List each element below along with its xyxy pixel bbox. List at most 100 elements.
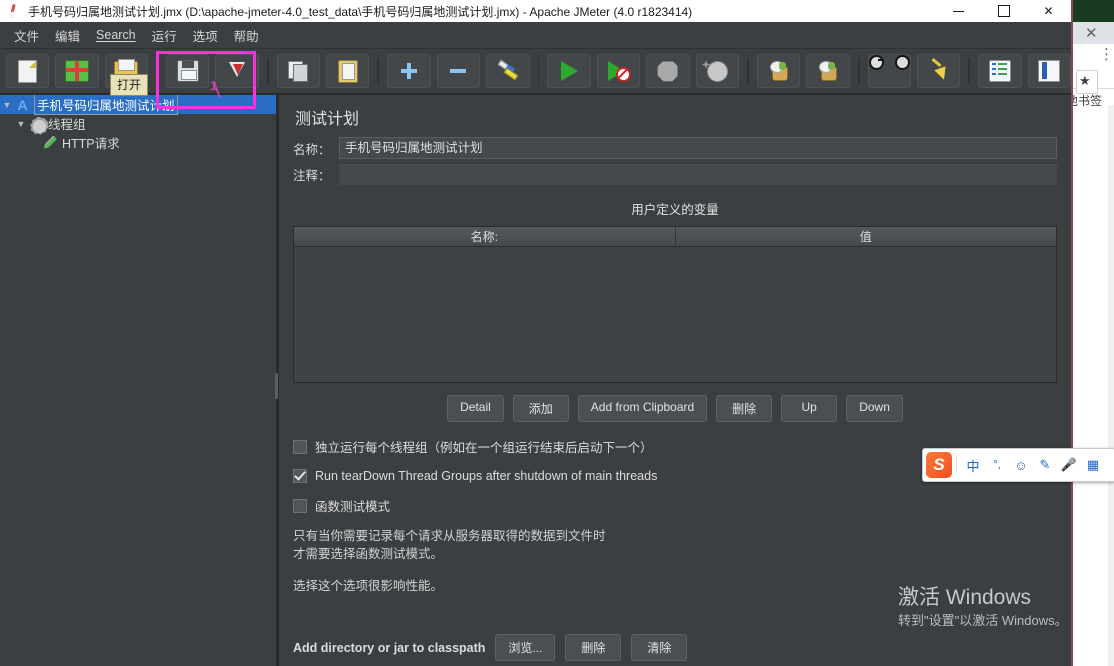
main-split: ▼ A 手机号码归属地测试计划 ▼ 线程组 HTTP请求 测试计划 名称： 手机… [0,95,1071,666]
function-helper-icon [988,60,1011,82]
functional-test-mode-row[interactable]: 函数测试模式 [293,496,1057,515]
toolbar-stop[interactable] [646,54,690,88]
up-button[interactable]: Up [781,395,838,422]
ime-punctuation-icon[interactable]: °, [985,459,1009,471]
name-input[interactable]: 手机号码归属地测试计划 [339,137,1057,159]
functional-test-mode-checkbox[interactable] [293,498,307,513]
test-plan-icon: A [17,96,28,113]
bookmark-star-icon[interactable]: ★ [1076,70,1098,94]
watermark-line-2: 转到"设置"以激活 Windows。 [898,613,1068,628]
chevron-down-icon[interactable]: ▼ [0,100,14,110]
minimize-button[interactable] [936,0,981,22]
start-no-pauses-icon [607,61,631,82]
column-header-name[interactable]: 名称: [294,227,676,246]
menu-search[interactable]: Search [88,25,144,45]
open-tooltip: 打开 [110,74,149,96]
variables-table[interactable]: 名称: 值 [293,226,1057,383]
sogou-logo-icon[interactable]: S [926,452,952,478]
reset-search-icon [928,57,950,82]
tree-node-label[interactable]: 手机号码归属地测试计划 [34,95,178,115]
test-plan-tree[interactable]: ▼ A 手机号码归属地测试计划 ▼ 线程组 HTTP请求 [0,95,279,666]
toolbar-collapse[interactable] [436,54,481,88]
menubar: 文件 编辑 Search 运行 选项 帮助 [0,22,1071,49]
menu-run[interactable]: 运行 [144,23,185,48]
variables-section-title: 用户定义的变量 [631,203,719,217]
toolbar-help[interactable] [1027,54,1071,88]
description-line-2: 才需要选择函数测试模式。 [293,547,444,561]
serialize-thread-groups-label: 独立运行每个线程组（例如在一个组运行结束后启动下一个） [315,441,653,455]
toolbar-copy[interactable] [276,54,321,88]
split-pane-grip[interactable] [275,373,278,399]
window-controls: ✕ [936,0,1071,22]
menu-help[interactable]: 帮助 [226,23,267,48]
column-header-value[interactable]: 值 [675,227,1056,246]
background-browser-titlebar [1071,0,1114,22]
tree-node-test-plan[interactable]: ▼ A 手机号码归属地测试计划 [0,95,278,115]
toolbar-save[interactable] [166,54,210,88]
window-title: 手机号码归属地测试计划.jmx (D:\apache-jmeter-4.0_te… [28,4,693,19]
add-from-clipboard-button[interactable]: Add from Clipboard [577,395,708,422]
functional-test-mode-label: 函数测试模式 [315,500,391,514]
tree-node-http-request[interactable]: HTTP请求 [0,133,278,152]
start-icon [560,61,578,81]
classpath-delete-button[interactable]: 删除 [565,634,622,661]
menu-edit[interactable]: 编辑 [47,23,88,48]
toolbar-clear-all[interactable] [806,54,850,88]
detail-button[interactable]: Detail [447,395,504,422]
serialize-thread-groups-checkbox[interactable] [293,439,307,454]
maximize-button[interactable] [981,0,1026,22]
comment-row: 注释： [293,164,1057,185]
variables-table-body[interactable] [294,247,1056,382]
toolbar-search[interactable] [867,54,911,88]
toolbar-separator [968,58,971,84]
tree-node-thread-group[interactable]: ▼ 线程组 [0,114,278,135]
ime-emoji-icon[interactable]: ☺ [1009,458,1033,473]
add-button[interactable]: 添加 [512,395,569,422]
toolbar-shutdown[interactable] [695,54,739,88]
tree-node-label: HTTP请求 [62,137,120,151]
classpath-clear-button[interactable]: 清除 [631,634,688,661]
toolbar-save-as[interactable] [215,54,259,88]
ime-voice-icon[interactable]: 🎤 [1057,457,1081,473]
ime-handwriting-icon[interactable]: ✎ [1033,457,1057,473]
menu-file[interactable]: 文件 [6,23,47,48]
toolbar-toggle[interactable] [486,54,530,88]
delete-button[interactable]: 删除 [716,395,773,422]
ime-toolbox-icon[interactable]: ▦ [1081,457,1105,473]
toolbar-separator [537,58,540,84]
toolbar-function-helper[interactable] [978,54,1022,88]
toolbar-start-no-pauses[interactable] [596,54,641,88]
classpath-row: Add directory or jar to classpath 浏览... … [293,634,688,661]
watermark-line-1: 激活 Windows [898,586,1032,609]
description-line-1: 只有当你需要记录每个请求从服务器取得的数据到文件时 [293,529,606,543]
toolbar-new[interactable] [6,54,50,88]
comment-input[interactable] [339,164,1057,185]
down-button[interactable]: Down [846,395,903,422]
classpath-label: Add directory or jar to classpath [293,640,486,655]
toolbar-paste[interactable] [326,54,370,88]
sogou-input-method-bar[interactable]: S 中 °, ☺ ✎ 🎤 ▦ [922,448,1114,482]
collapse-all-icon [448,61,468,81]
browse-button[interactable]: 浏览... [495,634,556,661]
save-icon [176,60,199,82]
toolbar-clear[interactable] [756,54,801,88]
toolbar-templates[interactable] [55,54,99,88]
run-teardown-checkbox[interactable] [293,469,307,483]
toolbar-separator [746,58,749,84]
toolbar-reset-search[interactable] [916,54,961,88]
other-bookmarks-label[interactable]: 他书签 [1066,92,1114,109]
ime-chinese-mode-icon[interactable]: 中 [961,456,985,475]
background-browser-close-icon[interactable]: ✕ [1085,26,1098,41]
variables-button-row: Detail 添加 Add from Clipboard 删除 Up Down [293,395,1057,422]
variables-table-header: 名称: 值 [294,227,1056,247]
menu-options[interactable]: 选项 [185,23,226,48]
comment-label: 注释： [293,169,331,183]
close-button[interactable]: ✕ [1026,0,1071,22]
toolbar-expand[interactable] [387,54,431,88]
test-plan-panel: 测试计划 名称： 手机号码归属地测试计划 注释： 用户定义的变量 名称: 值 D… [279,95,1071,666]
background-browser-scrollbar[interactable] [1108,105,1114,666]
background-browser-menu-icon[interactable]: ⋮ [1099,47,1114,62]
chevron-down-icon[interactable]: ▼ [14,119,28,129]
toolbar-start[interactable] [547,54,591,88]
jmeter-feather-icon [6,2,24,20]
